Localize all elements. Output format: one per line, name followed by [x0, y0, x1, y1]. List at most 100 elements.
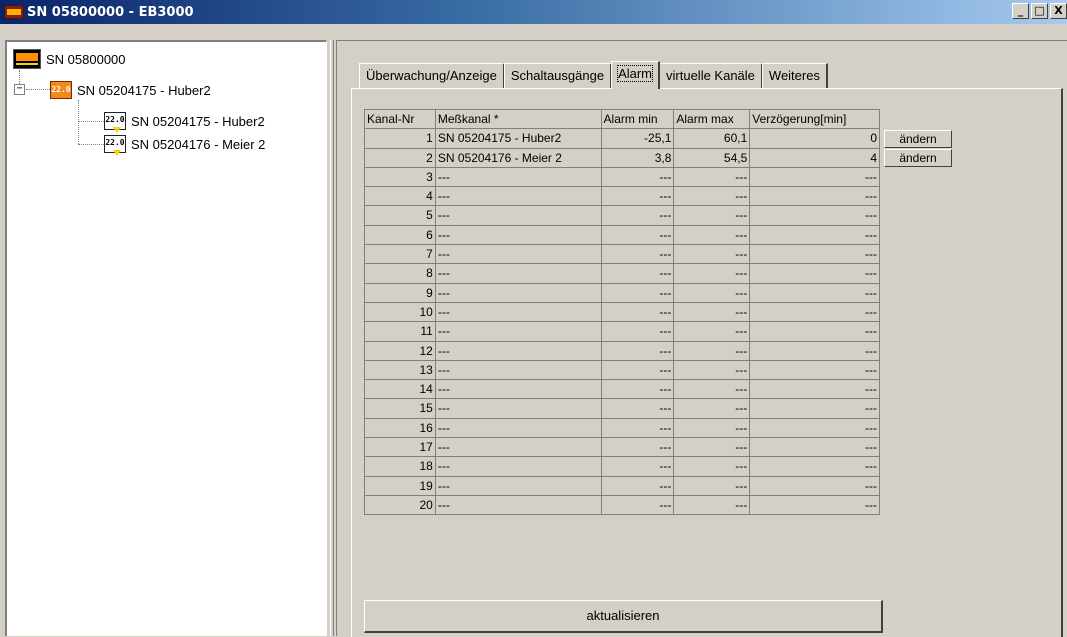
- table-cell[interactable]: ---: [674, 476, 751, 496]
- row-header-cell[interactable]: 10: [365, 302, 436, 323]
- table-cell[interactable]: ---: [601, 495, 675, 516]
- column-header[interactable]: Alarm min: [601, 110, 675, 130]
- table-row[interactable]: 18 --- --- --- ---: [365, 457, 880, 477]
- table-cell[interactable]: ---: [601, 302, 675, 323]
- row-header-cell[interactable]: 12: [365, 341, 436, 361]
- table-cell[interactable]: ---: [435, 206, 602, 226]
- table-cell[interactable]: ---: [674, 418, 751, 439]
- column-header[interactable]: Verzögerung[min]: [750, 110, 880, 130]
- table-row[interactable]: 17 --- --- --- ---: [365, 438, 880, 458]
- table-cell[interactable]: ---: [601, 264, 675, 284]
- row-header-cell[interactable]: 18: [365, 457, 436, 477]
- table-cell[interactable]: ---: [674, 438, 751, 458]
- table-cell[interactable]: ---: [674, 225, 751, 246]
- table-cell[interactable]: SN 05204175 - Huber2: [435, 129, 602, 149]
- close-button[interactable]: X: [1050, 3, 1067, 19]
- table-cell[interactable]: ---: [435, 495, 602, 516]
- table-row[interactable]: 19 --- --- --- ---: [365, 476, 880, 496]
- table-cell[interactable]: SN 05204176 - Meier 2: [435, 148, 602, 168]
- column-header[interactable]: Meßkanal *: [435, 110, 602, 130]
- table-cell[interactable]: ---: [674, 264, 751, 284]
- table-row[interactable]: 3 --- --- --- ---: [365, 167, 880, 188]
- table-row[interactable]: 7 --- --- --- ---: [365, 245, 880, 265]
- tab-weiteres[interactable]: Weiteres: [761, 63, 828, 89]
- column-header[interactable]: Kanal-Nr: [365, 110, 436, 130]
- table-cell[interactable]: ---: [601, 360, 675, 381]
- table-cell[interactable]: ---: [601, 187, 675, 207]
- table-cell[interactable]: ---: [601, 167, 675, 188]
- table-cell[interactable]: 3,8: [601, 148, 675, 168]
- row-header-cell[interactable]: 2: [365, 148, 436, 168]
- table-cell[interactable]: ---: [674, 245, 751, 265]
- table-cell[interactable]: ---: [601, 341, 675, 361]
- table-cell[interactable]: -25,1: [601, 129, 675, 149]
- device-tree[interactable]: SN 05800000 − 22.0 SN 05204175 - Huber2 …: [5, 40, 327, 636]
- column-header[interactable]: Alarm max: [674, 110, 751, 130]
- row-header-cell[interactable]: 15: [365, 399, 436, 419]
- table-cell[interactable]: ---: [750, 167, 880, 188]
- tab-schaltausgaenge[interactable]: Schaltausgänge: [503, 63, 613, 89]
- row-header-cell[interactable]: 14: [365, 380, 436, 400]
- table-cell[interactable]: ---: [435, 380, 602, 400]
- table-row[interactable]: 9 --- --- --- ---: [365, 283, 880, 303]
- table-cell[interactable]: ---: [750, 245, 880, 265]
- table-row[interactable]: 2 SN 05204176 - Meier 2 3,8 54,5 4: [365, 148, 880, 168]
- table-cell[interactable]: ---: [435, 438, 602, 458]
- tab-ueberwachung[interactable]: Überwachung/Anzeige: [359, 63, 505, 89]
- minimize-button[interactable]: _: [1012, 3, 1029, 19]
- table-cell[interactable]: ---: [674, 187, 751, 207]
- tree-item-device[interactable]: 22.0 SN 05204175 - Huber2: [50, 80, 211, 100]
- table-row[interactable]: 1 SN 05204175 - Huber2 -25,1 60,1 0: [365, 129, 880, 149]
- table-cell[interactable]: 4: [750, 148, 880, 168]
- table-cell[interactable]: ---: [674, 302, 751, 323]
- table-cell[interactable]: ---: [435, 322, 602, 342]
- table-cell[interactable]: ---: [750, 418, 880, 439]
- row-header-cell[interactable]: 20: [365, 495, 436, 516]
- table-cell[interactable]: ---: [674, 283, 751, 303]
- table-cell[interactable]: ---: [435, 360, 602, 381]
- table-cell[interactable]: ---: [601, 380, 675, 400]
- table-row[interactable]: 4 --- --- --- ---: [365, 187, 880, 207]
- table-cell[interactable]: ---: [750, 476, 880, 496]
- table-cell[interactable]: ---: [435, 418, 602, 439]
- alarm-grid[interactable]: Kanal-Nr Meßkanal * Alarm min Alarm max …: [364, 109, 880, 516]
- table-cell[interactable]: ---: [674, 495, 751, 516]
- table-cell[interactable]: ---: [750, 322, 880, 342]
- tree-collapse-toggle[interactable]: −: [14, 84, 25, 95]
- table-cell[interactable]: ---: [601, 206, 675, 226]
- table-row[interactable]: 13 --- --- --- ---: [365, 360, 880, 381]
- table-cell[interactable]: ---: [435, 457, 602, 477]
- table-cell[interactable]: ---: [674, 360, 751, 381]
- table-cell[interactable]: ---: [601, 245, 675, 265]
- table-cell[interactable]: ---: [601, 225, 675, 246]
- table-cell[interactable]: ---: [601, 399, 675, 419]
- table-row[interactable]: 5 --- --- --- ---: [365, 206, 880, 226]
- table-row[interactable]: 6 --- --- --- ---: [365, 225, 880, 246]
- table-cell[interactable]: ---: [601, 418, 675, 439]
- table-cell[interactable]: ---: [601, 476, 675, 496]
- table-row[interactable]: 11 --- --- --- ---: [365, 322, 880, 342]
- table-cell[interactable]: ---: [601, 438, 675, 458]
- table-row[interactable]: 14 --- --- --- ---: [365, 380, 880, 400]
- table-cell[interactable]: ---: [674, 167, 751, 188]
- table-cell[interactable]: ---: [750, 187, 880, 207]
- table-cell[interactable]: ---: [750, 360, 880, 381]
- row-header-cell[interactable]: 3: [365, 167, 436, 188]
- table-cell[interactable]: ---: [674, 206, 751, 226]
- table-cell[interactable]: ---: [435, 187, 602, 207]
- tree-item-channel[interactable]: 22.0 SN 05204176 - Meier 2: [104, 134, 265, 156]
- table-cell[interactable]: ---: [750, 399, 880, 419]
- table-cell[interactable]: ---: [674, 341, 751, 361]
- table-cell[interactable]: ---: [750, 457, 880, 477]
- tab-virtuelle-kanaele[interactable]: virtuelle Kanäle: [659, 63, 763, 89]
- row-header-cell[interactable]: 8: [365, 264, 436, 284]
- table-cell[interactable]: ---: [674, 457, 751, 477]
- table-cell[interactable]: ---: [435, 167, 602, 188]
- table-cell[interactable]: ---: [750, 302, 880, 323]
- tree-item-root[interactable]: SN 05800000: [13, 49, 126, 69]
- table-row[interactable]: 10 --- --- --- ---: [365, 302, 880, 323]
- table-cell[interactable]: ---: [750, 380, 880, 400]
- table-cell[interactable]: ---: [435, 264, 602, 284]
- splitter[interactable]: [330, 40, 334, 636]
- change-button[interactable]: ändern: [884, 149, 952, 167]
